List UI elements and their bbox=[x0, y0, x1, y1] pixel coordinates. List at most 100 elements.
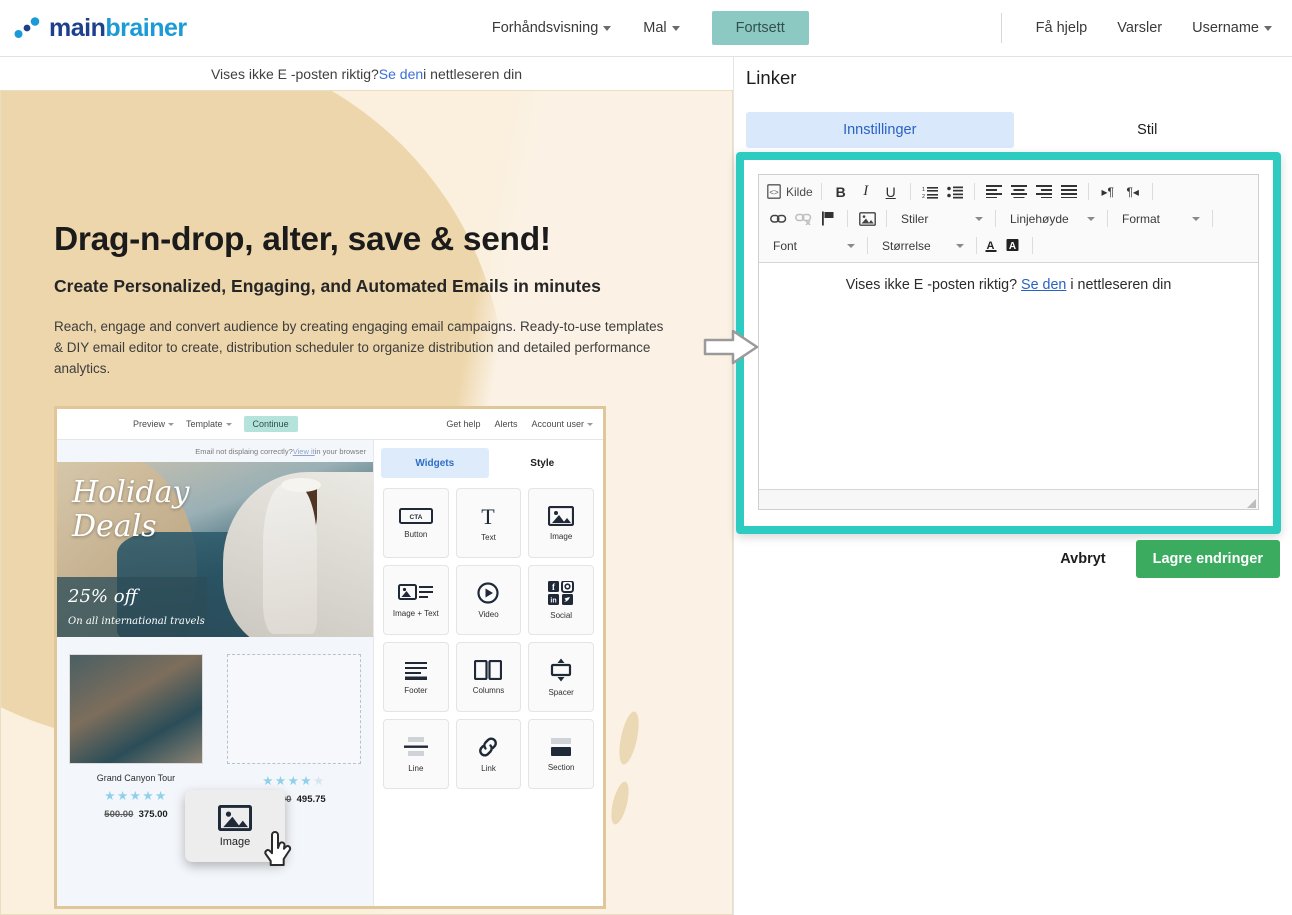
arrow-right-hint-icon bbox=[703, 329, 759, 365]
logo-text: mainbrainer bbox=[49, 14, 187, 43]
rtl-paragraph-button[interactable]: ¶◂ bbox=[1122, 181, 1144, 202]
unlink-button[interactable] bbox=[792, 208, 814, 229]
link-button[interactable] bbox=[767, 208, 789, 229]
product-old-price: 500.00 bbox=[104, 809, 134, 820]
inner-app-body: Email not displaing correctly? View it i… bbox=[57, 440, 603, 906]
nav-item-help[interactable]: Få hjelp bbox=[1036, 20, 1088, 36]
editor-content-suffix: i nettleseren din bbox=[1066, 277, 1172, 293]
underline-button[interactable]: U bbox=[880, 181, 902, 202]
align-right-icon bbox=[1035, 185, 1052, 198]
inner-nav-account-user: Account user bbox=[531, 419, 593, 429]
widget-text: T Text bbox=[455, 488, 522, 558]
editor-content-link[interactable]: Se den bbox=[1021, 277, 1066, 293]
background-color-button[interactable]: A bbox=[1006, 235, 1024, 256]
nav-item-forhandsvisning[interactable]: Forhåndsvisning bbox=[492, 20, 612, 36]
rich-text-editor: <> Kilde B I U 12 ▸¶ ¶◂ Stiler Linjehøyd… bbox=[758, 174, 1259, 510]
inner-app-toolbar: Preview Template Continue Get help Alert… bbox=[57, 409, 603, 440]
align-center-icon bbox=[1010, 185, 1027, 198]
background-color-icon: A bbox=[1006, 238, 1019, 252]
widget-link: Link bbox=[455, 719, 522, 789]
cancel-button[interactable]: Avbryt bbox=[1054, 550, 1111, 568]
numbered-list-button[interactable]: 12 bbox=[919, 181, 941, 202]
anchor-flag-button[interactable] bbox=[817, 208, 839, 229]
align-justify-icon bbox=[1060, 185, 1077, 198]
inner-app-screenshot: Preview Template Continue Get help Alert… bbox=[54, 406, 606, 909]
source-button[interactable]: <> Kilde bbox=[767, 181, 813, 202]
inner-tab-widgets: Widgets bbox=[381, 448, 489, 478]
product-new-price: 495.75 bbox=[296, 794, 326, 805]
toolbar-separator bbox=[1032, 237, 1033, 254]
nav-item-alerts[interactable]: Varsler bbox=[1117, 20, 1162, 36]
widget-image-text: Image + Text bbox=[383, 565, 449, 635]
email-content: Drag-n-drop, alter, save & send! Create … bbox=[1, 91, 732, 914]
widget-social: f in Social bbox=[528, 565, 594, 635]
banner-model bbox=[263, 484, 317, 634]
inner-widget-grid: CTA Button T Text Image Image + Text Vid… bbox=[374, 478, 603, 799]
nav-divider bbox=[1000, 13, 1002, 43]
social-icons-icon: f in bbox=[548, 580, 575, 605]
font-select[interactable]: Font bbox=[767, 235, 859, 256]
resize-handle[interactable] bbox=[1247, 499, 1256, 508]
numbered-list-icon: 12 bbox=[922, 186, 938, 199]
app-header: mainbrainer Forhåndsvisning Mal Fortsett… bbox=[0, 0, 1292, 57]
widget-line: Line bbox=[383, 719, 449, 789]
toolbar-separator bbox=[820, 183, 822, 200]
align-center-button[interactable] bbox=[1008, 181, 1030, 202]
line-height-select[interactable]: Linjehøyde bbox=[1004, 208, 1099, 229]
widget-spacer: Spacer bbox=[528, 642, 594, 712]
inner-nav-preview: Preview bbox=[133, 419, 175, 429]
toolbar-separator bbox=[1212, 210, 1213, 227]
ltr-paragraph-button[interactable]: ▸¶ bbox=[1097, 181, 1119, 202]
widget-label: Link bbox=[481, 763, 496, 773]
chevron-down-icon bbox=[1192, 216, 1200, 221]
insert-image-button[interactable] bbox=[856, 208, 878, 229]
align-right-button[interactable] bbox=[1033, 181, 1055, 202]
editor-content-prefix: Vises ikke E -posten riktig? bbox=[845, 277, 1022, 293]
banner-model-hat bbox=[281, 478, 321, 492]
logo-text-main: main bbox=[49, 13, 106, 42]
widget-section: Section bbox=[528, 719, 594, 789]
holiday-deals-banner: Holiday Deals 25% off On all internation… bbox=[57, 462, 373, 637]
widget-columns: Columns bbox=[455, 642, 522, 712]
toolbar-separator bbox=[1107, 210, 1108, 227]
source-code-icon: <> bbox=[767, 184, 781, 199]
editor-content-area[interactable]: Vises ikke E -posten riktig? Se den i ne… bbox=[759, 263, 1258, 489]
cta-button-icon: CTA bbox=[398, 507, 433, 524]
editor-toolbar-row-1: <> Kilde B I U 12 ▸¶ ¶◂ bbox=[761, 178, 1256, 205]
align-left-button[interactable] bbox=[983, 181, 1005, 202]
tab-innstillinger[interactable]: Innstillinger bbox=[746, 112, 1014, 148]
panel-actions: Avbryt Lagre endringer bbox=[1054, 540, 1280, 578]
bulleted-list-icon bbox=[946, 186, 963, 198]
italic-button[interactable]: I bbox=[855, 181, 877, 202]
styles-select[interactable]: Stiler bbox=[895, 208, 987, 229]
save-changes-button[interactable]: Lagre endringer bbox=[1135, 540, 1280, 578]
chevron-down-icon bbox=[1264, 25, 1272, 31]
svg-text:T: T bbox=[482, 505, 496, 527]
continue-button[interactable]: Fortsett bbox=[711, 11, 809, 45]
text-color-button[interactable]: A bbox=[985, 235, 1003, 256]
brand-logo[interactable]: mainbrainer bbox=[0, 14, 300, 43]
svg-text:CTA: CTA bbox=[409, 514, 422, 521]
tab-stil[interactable]: Stil bbox=[1014, 112, 1282, 148]
widget-label: Section bbox=[547, 762, 575, 772]
nav-item-username[interactable]: Username bbox=[1192, 20, 1272, 36]
widget-label: Social bbox=[550, 610, 573, 620]
bulleted-list-button[interactable] bbox=[944, 181, 966, 202]
chevron-down-icon bbox=[225, 423, 232, 427]
inner-notice-prefix: Email not displaing correctly? bbox=[195, 446, 293, 456]
format-select[interactable]: Format bbox=[1116, 208, 1204, 229]
size-select[interactable]: Størrelse bbox=[876, 235, 968, 256]
widget-label: Video bbox=[478, 609, 499, 619]
bold-button[interactable]: B bbox=[830, 181, 852, 202]
main-nav: Forhåndsvisning Mal Fortsett bbox=[300, 11, 1001, 45]
footer-icon bbox=[404, 661, 427, 680]
inner-nav-alerts: Alerts bbox=[494, 419, 518, 429]
nav-item-mal[interactable]: Mal bbox=[643, 20, 680, 36]
section-icon bbox=[551, 737, 572, 756]
align-justify-button[interactable] bbox=[1058, 181, 1080, 202]
link-chain-icon bbox=[479, 736, 498, 757]
editor-toolbar-row-3: Font Størrelse A A bbox=[761, 232, 1256, 259]
nav-item-mal-label: Mal bbox=[643, 20, 667, 36]
view-in-browser-link[interactable]: Se den bbox=[379, 66, 423, 82]
banner-offer: 25% off bbox=[68, 586, 138, 607]
